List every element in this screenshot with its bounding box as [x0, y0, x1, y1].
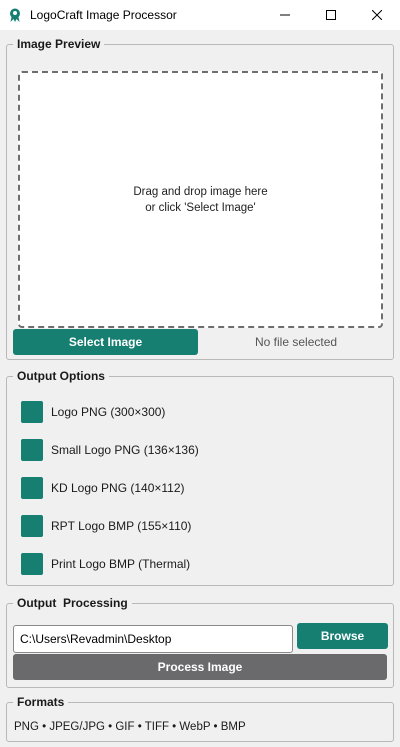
select-image-button[interactable]: Select Image — [13, 329, 198, 355]
image-preview-title: Image Preview — [13, 36, 105, 52]
option-label: RPT Logo BMP (155×110) — [51, 519, 192, 533]
drop-hint-line2: or click 'Select Image' — [145, 201, 256, 214]
title-bar[interactable]: LogoCraft Image Processor — [0, 0, 400, 30]
checkbox[interactable] — [21, 439, 43, 461]
app-logo-icon — [10, 8, 20, 22]
option-logo-png[interactable]: Logo PNG (300×300) — [21, 401, 165, 423]
option-kd-logo-png[interactable]: KD Logo PNG (140×112) — [21, 477, 185, 499]
image-drop-zone[interactable]: Drag and drop image here or click 'Selec… — [18, 71, 383, 328]
file-status-label: No file selected — [255, 335, 338, 349]
option-print-logo-bmp[interactable]: Print Logo BMP (Thermal) — [21, 553, 190, 575]
output-options-title: Output Options — [13, 368, 109, 384]
close-icon — [372, 10, 382, 20]
minimize-button[interactable] — [262, 0, 308, 30]
option-label: KD Logo PNG (140×112) — [51, 481, 185, 495]
output-path-input[interactable] — [13, 625, 293, 653]
checkbox[interactable] — [21, 477, 43, 499]
checkbox[interactable] — [21, 401, 43, 423]
process-image-button[interactable]: Process Image — [13, 654, 387, 680]
supported-formats-text: PNG • JPEG/JPG • GIF • TIFF • WebP • BMP — [14, 721, 246, 733]
checkbox[interactable] — [21, 553, 43, 575]
image-preview-group: Image Preview Drag and drop image here o… — [6, 36, 394, 360]
output-processing-group: Output Processing Browse Process Image — [6, 595, 394, 688]
option-small-logo-png[interactable]: Small Logo PNG (136×136) — [21, 439, 199, 461]
output-processing-title: Output Processing — [13, 595, 132, 611]
window-title: LogoCraft Image Processor — [30, 8, 177, 22]
option-label: Logo PNG (300×300) — [51, 405, 166, 419]
drop-hint-line1: Drag and drop image here — [133, 185, 268, 198]
formats-group: Formats PNG • JPEG/JPG • GIF • TIFF • We… — [6, 694, 394, 742]
maximize-icon — [326, 10, 336, 20]
minimize-icon — [280, 14, 290, 16]
checkbox[interactable] — [21, 515, 43, 537]
formats-title: Formats — [13, 694, 69, 710]
maximize-button[interactable] — [308, 0, 354, 30]
output-options-group: Output Options Logo PNG (300×300) Small … — [6, 368, 394, 586]
option-label: Print Logo BMP (Thermal) — [51, 557, 191, 571]
close-button[interactable] — [354, 0, 400, 30]
option-rpt-logo-bmp[interactable]: RPT Logo BMP (155×110) — [21, 515, 191, 537]
browse-button[interactable]: Browse — [297, 623, 388, 649]
option-label: Small Logo PNG (136×136) — [51, 443, 199, 457]
